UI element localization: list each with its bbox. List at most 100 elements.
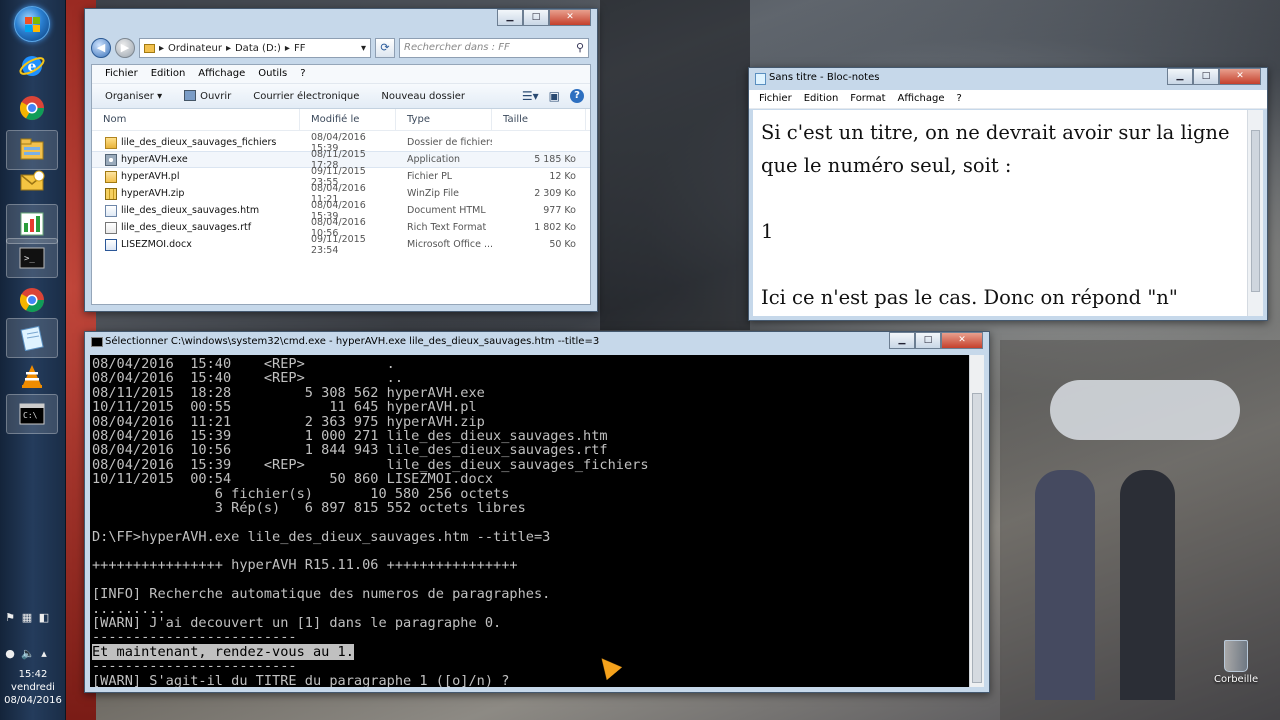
breadcrumb-ordinateur[interactable]: Ordinateur <box>168 43 222 54</box>
organize-button[interactable]: Organiser ▾ <box>105 91 162 102</box>
file-row[interactable]: LISEZMOI.docx 09/11/2015 23:54 Microsoft… <box>92 234 590 256</box>
file-type: WinZip File <box>407 188 459 199</box>
email-button[interactable]: Courrier électronique <box>253 91 359 102</box>
minimize-button[interactable]: ▁ <box>1167 68 1193 85</box>
clock[interactable]: 15:42 vendredi 08/04/2016 <box>0 668 66 707</box>
file-name: LISEZMOI.docx <box>121 239 192 250</box>
tray-app-icon[interactable]: ◧ <box>38 612 50 624</box>
hyperavh-app-icon <box>20 212 44 236</box>
menu-help[interactable]: ? <box>300 68 305 83</box>
taskbar-vlc[interactable] <box>6 356 58 396</box>
system-tray: ⚑ ▦ ◧ <box>4 612 62 630</box>
preview-pane-icon[interactable]: ▣ <box>549 89 560 103</box>
menu-edition[interactable]: Edition <box>151 68 186 83</box>
breadcrumb-folder[interactable]: FF <box>294 43 306 54</box>
exe-icon <box>105 153 117 166</box>
maximize-button[interactable]: □ <box>523 9 549 26</box>
file-list: lile_des_dieux_sauvages_fichiers 08/04/2… <box>92 131 590 256</box>
vertical-scrollbar[interactable] <box>969 355 984 687</box>
view-controls: ☰▾ ▣ ? <box>522 89 584 103</box>
console-line: [WARN] J'ai decouvert un [1] dans le par… <box>92 616 969 630</box>
open-button[interactable]: Ouvrir <box>184 90 231 102</box>
column-type[interactable]: Type <box>396 109 492 130</box>
taskbar-console[interactable]: >_ <box>6 238 58 278</box>
file-name: hyperAVH.pl <box>121 171 180 182</box>
file-name: hyperAVH.exe <box>121 154 188 165</box>
file-name: lile_des_dieux_sauvages_fichiers <box>121 137 277 148</box>
view-options-icon[interactable]: ☰▾ <box>522 89 539 103</box>
file-type: Rich Text Format <box>407 222 487 233</box>
close-button[interactable]: ✕ <box>1219 68 1261 85</box>
minimize-button[interactable]: ▁ <box>497 9 523 26</box>
console-line: 08/04/2016 15:40 <REP> . <box>92 357 969 371</box>
refresh-button[interactable]: ⟳ <box>375 38 395 58</box>
console-line: ------------------------- <box>92 659 969 673</box>
action-center-icon[interactable]: ⚑ <box>4 612 16 624</box>
chrome-icon <box>19 96 44 121</box>
chevron-down-icon[interactable]: ▾ <box>361 43 366 54</box>
network-icon[interactable]: ▦ <box>21 612 33 624</box>
breadcrumb-drive[interactable]: Data (D:) <box>235 43 281 54</box>
search-icon[interactable]: ⚲ <box>576 41 584 54</box>
system-tray-2: ● 🔈 ▴ <box>4 648 62 666</box>
menu-outils[interactable]: Outils <box>258 68 287 83</box>
column-name[interactable]: Nom <box>92 109 300 130</box>
start-button[interactable] <box>14 6 50 42</box>
svg-text:C:\: C:\ <box>23 411 38 420</box>
command-bar: Organiser ▾ Ouvrir Courrier électronique… <box>92 84 590 109</box>
menu-help[interactable]: ? <box>957 93 962 108</box>
forward-button[interactable]: ▶ <box>115 38 135 58</box>
help-icon[interactable]: ? <box>570 89 584 103</box>
new-folder-button[interactable]: Nouveau dossier <box>381 91 465 102</box>
console-line: 10/11/2015 00:54 50 860 LISEZMOI.docx <box>92 472 969 486</box>
console-line: 3 Rép(s) 6 897 815 552 octets libres <box>92 501 969 515</box>
recycle-bin[interactable]: Corbeille <box>1214 640 1258 685</box>
notepad-text-area[interactable]: Si c'est un titre, on ne devrait avoir s… <box>753 110 1263 316</box>
notification-icon[interactable]: ● <box>4 648 16 660</box>
console-output[interactable]: 08/04/2016 15:40 <REP> . 08/04/2016 15:40… <box>90 355 969 687</box>
tray-arrow-icon[interactable]: ▴ <box>38 648 50 660</box>
minimize-button[interactable]: ▁ <box>889 332 915 349</box>
volume-icon[interactable]: 🔈 <box>21 648 35 660</box>
htm-icon <box>105 204 117 217</box>
notepad-window[interactable]: Sans titre - Bloc-notes ▁ □ ✕ Fichier Ed… <box>748 67 1268 321</box>
clock-day: vendredi <box>11 682 55 693</box>
explorer-content: Fichier Edition Affichage Outils ? Organ… <box>91 64 591 305</box>
menu-fichier[interactable]: Fichier <box>759 93 792 108</box>
file-name: lile_des_dieux_sauvages.rtf <box>121 222 252 233</box>
close-button[interactable]: ✕ <box>549 9 591 26</box>
taskbar-internet-explorer[interactable]: e <box>6 46 58 86</box>
file-name: hyperAVH.zip <box>121 188 185 199</box>
menu-bar: Fichier Edition Affichage Outils ? <box>92 65 590 84</box>
menu-edition[interactable]: Edition <box>804 93 839 108</box>
taskbar-outlook[interactable] <box>6 162 58 202</box>
back-button[interactable]: ◀ <box>91 38 111 58</box>
taskbar-cmd[interactable]: C:\ <box>6 394 58 434</box>
column-size[interactable]: Taille <box>492 109 586 130</box>
vertical-scrollbar[interactable] <box>1247 110 1263 316</box>
menu-affichage[interactable]: Affichage <box>198 68 245 83</box>
console-window[interactable]: Sélectionner C:\windows\system32\cmd.exe… <box>84 331 990 693</box>
text-line <box>761 182 1255 215</box>
address-bar[interactable]: ▸ Ordinateur ▸ Data (D:) ▸ FF ▾ <box>139 38 371 58</box>
search-input[interactable]: Rechercher dans : FF ⚲ <box>399 38 589 58</box>
column-date[interactable]: Modifié le <box>300 109 396 130</box>
taskbar-notepad[interactable] <box>6 318 58 358</box>
taskbar-chrome[interactable] <box>6 88 58 128</box>
internet-explorer-icon: e <box>19 56 45 76</box>
window-title: Sélectionner C:\windows\system32\cmd.exe… <box>105 336 600 347</box>
explorer-window[interactable]: ▁ □ ✕ ◀ ▶ ▸ Ordinateur ▸ Data (D:) ▸ FF … <box>84 8 598 312</box>
menu-affichage[interactable]: Affichage <box>898 93 945 108</box>
maximize-button[interactable]: □ <box>1193 68 1219 85</box>
text-line: Ici ce n'est pas le cas. Donc on répond … <box>761 286 1178 309</box>
maximize-button[interactable]: □ <box>915 332 941 349</box>
menu-fichier[interactable]: Fichier <box>105 68 138 83</box>
taskbar-chrome-2[interactable] <box>6 280 58 320</box>
close-button[interactable]: ✕ <box>941 332 983 349</box>
menu-format[interactable]: Format <box>850 93 885 108</box>
docx-icon <box>105 238 117 251</box>
console-line-text: 3 Rép(s) 6 897 815 552 octets libres <box>92 499 526 516</box>
text-line <box>761 248 1255 281</box>
